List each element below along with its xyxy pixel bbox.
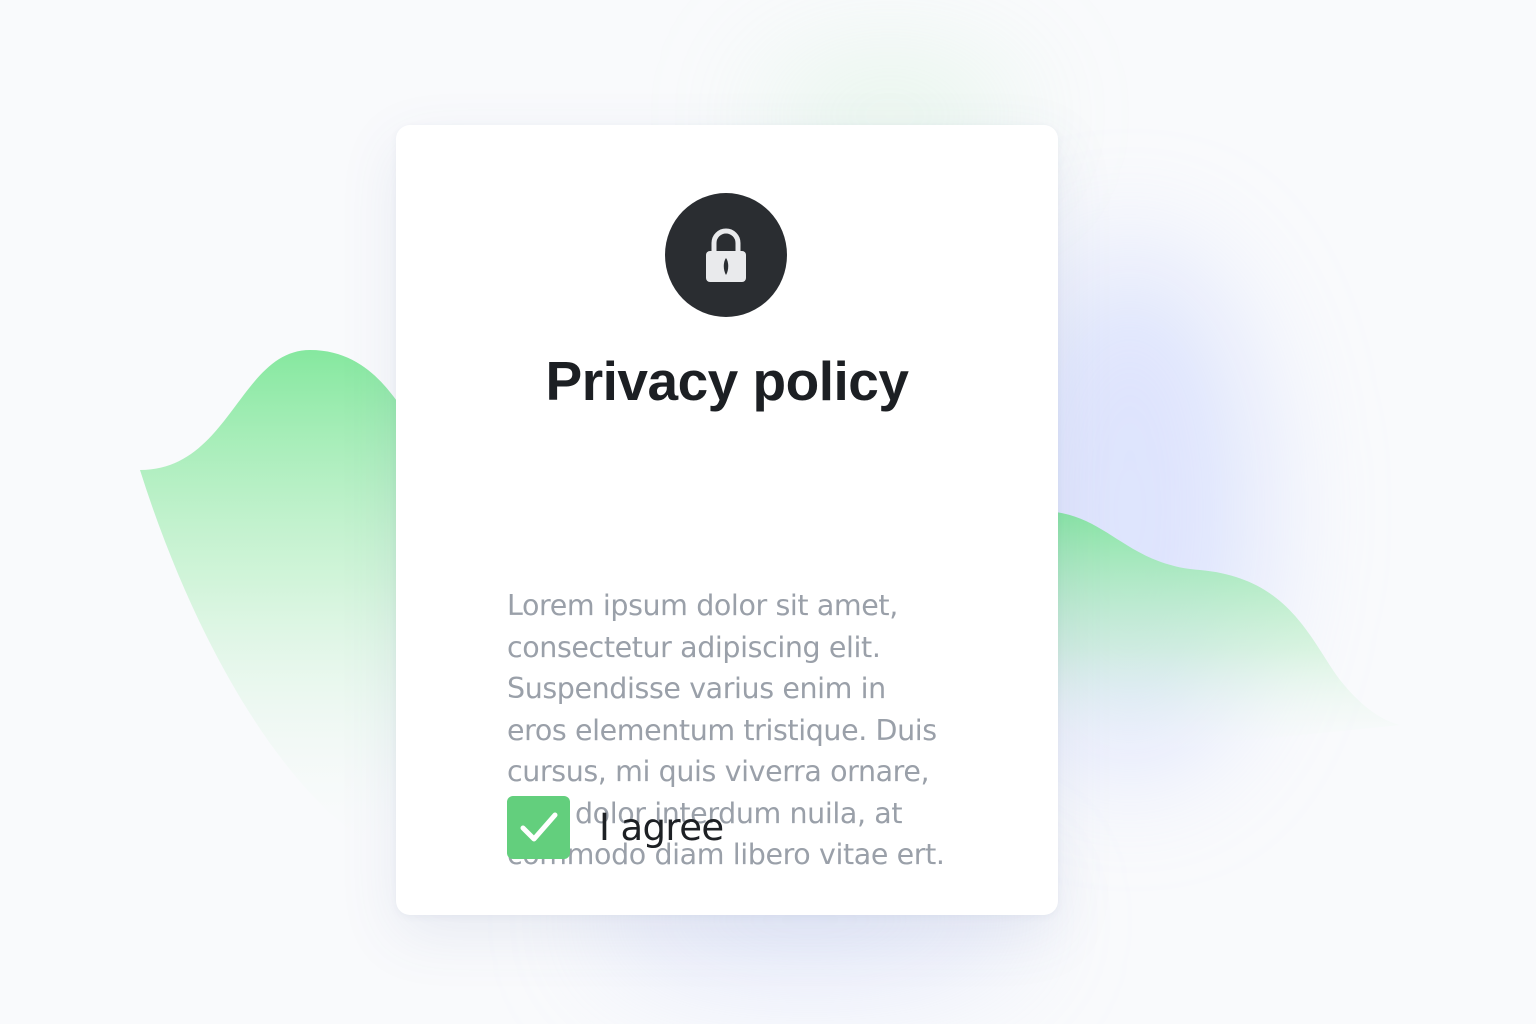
policy-line: cursus, mi quis viverra ornare,: [507, 755, 930, 788]
agree-option[interactable]: I agree: [507, 795, 724, 859]
policy-line: Lorem ipsum dolor sit amet,: [507, 589, 898, 622]
page-background: Privacy policy Lorem ipsum dolor sit ame…: [0, 0, 1536, 1024]
lock-badge: [665, 193, 787, 317]
policy-line: consectetur adipiscing elit.: [507, 630, 881, 664]
dialog-title: Privacy policy: [545, 350, 909, 412]
wave-left: [140, 350, 400, 860]
policy-line: Suspendisse varius enim in: [507, 672, 886, 705]
privacy-policy-dialog: Privacy policy Lorem ipsum dolor sit ame…: [396, 125, 1058, 915]
lock-icon: [706, 228, 746, 282]
checkmark-icon: [520, 812, 557, 842]
agree-checkbox[interactable]: [507, 795, 570, 859]
agree-label[interactable]: I agree: [599, 806, 724, 849]
policy-line: eros elementum tristique. Duis: [507, 713, 937, 747]
wave-right: [1056, 512, 1400, 760]
